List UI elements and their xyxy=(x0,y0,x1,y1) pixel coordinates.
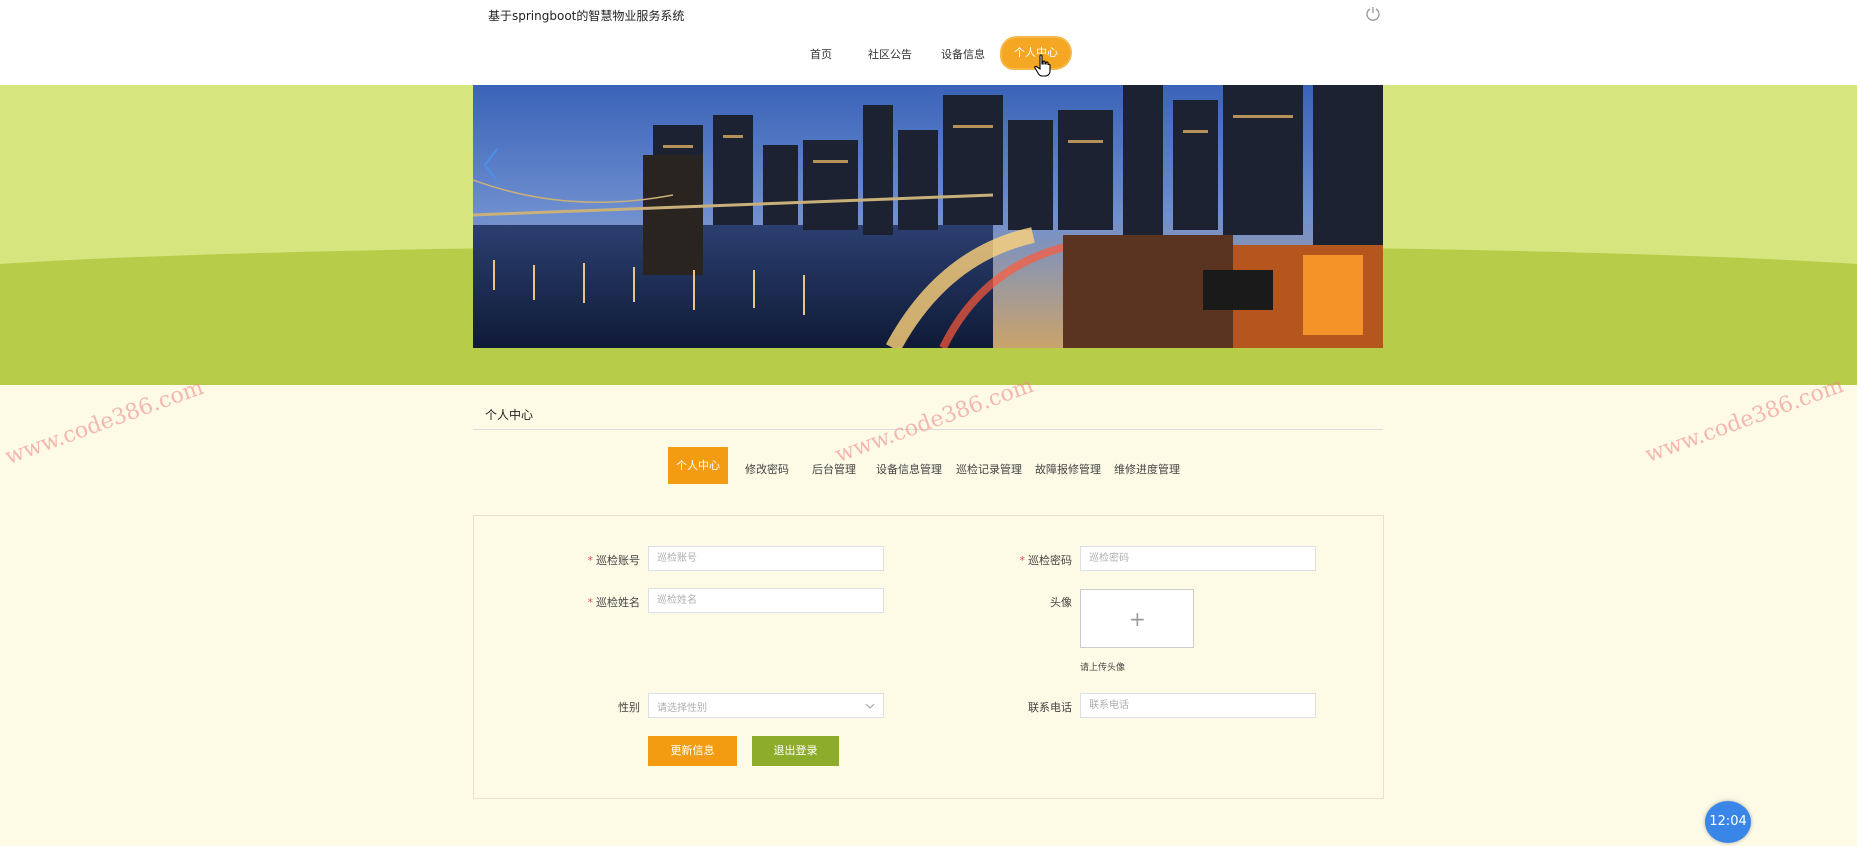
password-label: * 巡检密码 xyxy=(1019,554,1073,567)
watermark-left: www.code386.com xyxy=(2,375,207,470)
nav-equipment-info[interactable]: 设备信息 xyxy=(941,46,985,62)
hand-cursor-icon xyxy=(1034,54,1051,77)
tab-change-password[interactable]: 修改密码 xyxy=(745,461,789,477)
name-label: * 巡检姓名 xyxy=(587,596,641,609)
watermark-right: www.code386.com xyxy=(1642,373,1847,468)
avatar-upload-hint: 请上传头像 xyxy=(1080,663,1126,673)
account-label: * 巡检账号 xyxy=(587,554,641,567)
tab-personal-center[interactable]: 个人中心 xyxy=(668,447,728,484)
tab-repair-progress[interactable]: 维修进度管理 xyxy=(1114,461,1180,477)
clock-badge: 12:04 xyxy=(1705,801,1751,843)
account-input[interactable] xyxy=(648,546,884,571)
gender-select[interactable]: 请选择性别 xyxy=(648,693,884,718)
phone-input[interactable] xyxy=(1080,693,1316,718)
site-title: 基于springboot的智慧物业服务系统 xyxy=(488,9,685,23)
power-icon[interactable] xyxy=(1365,5,1381,21)
tab-repair-requests[interactable]: 故障报修管理 xyxy=(1035,461,1101,477)
nav-home[interactable]: 首页 xyxy=(810,46,832,62)
city-skyline-image xyxy=(473,85,1383,348)
phone-label: 联系电话 xyxy=(1028,701,1072,714)
gender-label: 性别 xyxy=(618,701,640,714)
tab-inspection-records[interactable]: 巡检记录管理 xyxy=(956,461,1022,477)
top-header: 基于springboot的智慧物业服务系统 首页 社区公告 设备信息 个人中心 xyxy=(0,0,1857,85)
tab-equipment-management[interactable]: 设备信息管理 xyxy=(876,461,942,477)
logout-button[interactable]: 退出登录 xyxy=(752,736,839,766)
avatar-label: 头像 xyxy=(1050,596,1072,609)
main-nav: 首页 社区公告 设备信息 个人中心 xyxy=(0,38,1857,68)
name-input[interactable] xyxy=(648,588,884,613)
update-info-button[interactable]: 更新信息 xyxy=(648,736,737,766)
banner-carousel[interactable] xyxy=(473,85,1383,348)
chevron-down-icon xyxy=(865,703,875,709)
avatar-upload[interactable]: + xyxy=(1080,589,1194,648)
section-title: 个人中心 xyxy=(485,408,534,422)
watermark-center: www.code386.com xyxy=(832,373,1037,468)
chevron-left-icon[interactable] xyxy=(481,145,501,185)
password-input[interactable] xyxy=(1080,546,1316,571)
gender-select-placeholder: 请选择性别 xyxy=(657,703,707,714)
nav-announcements[interactable]: 社区公告 xyxy=(868,46,912,62)
plus-icon: + xyxy=(1129,607,1146,631)
